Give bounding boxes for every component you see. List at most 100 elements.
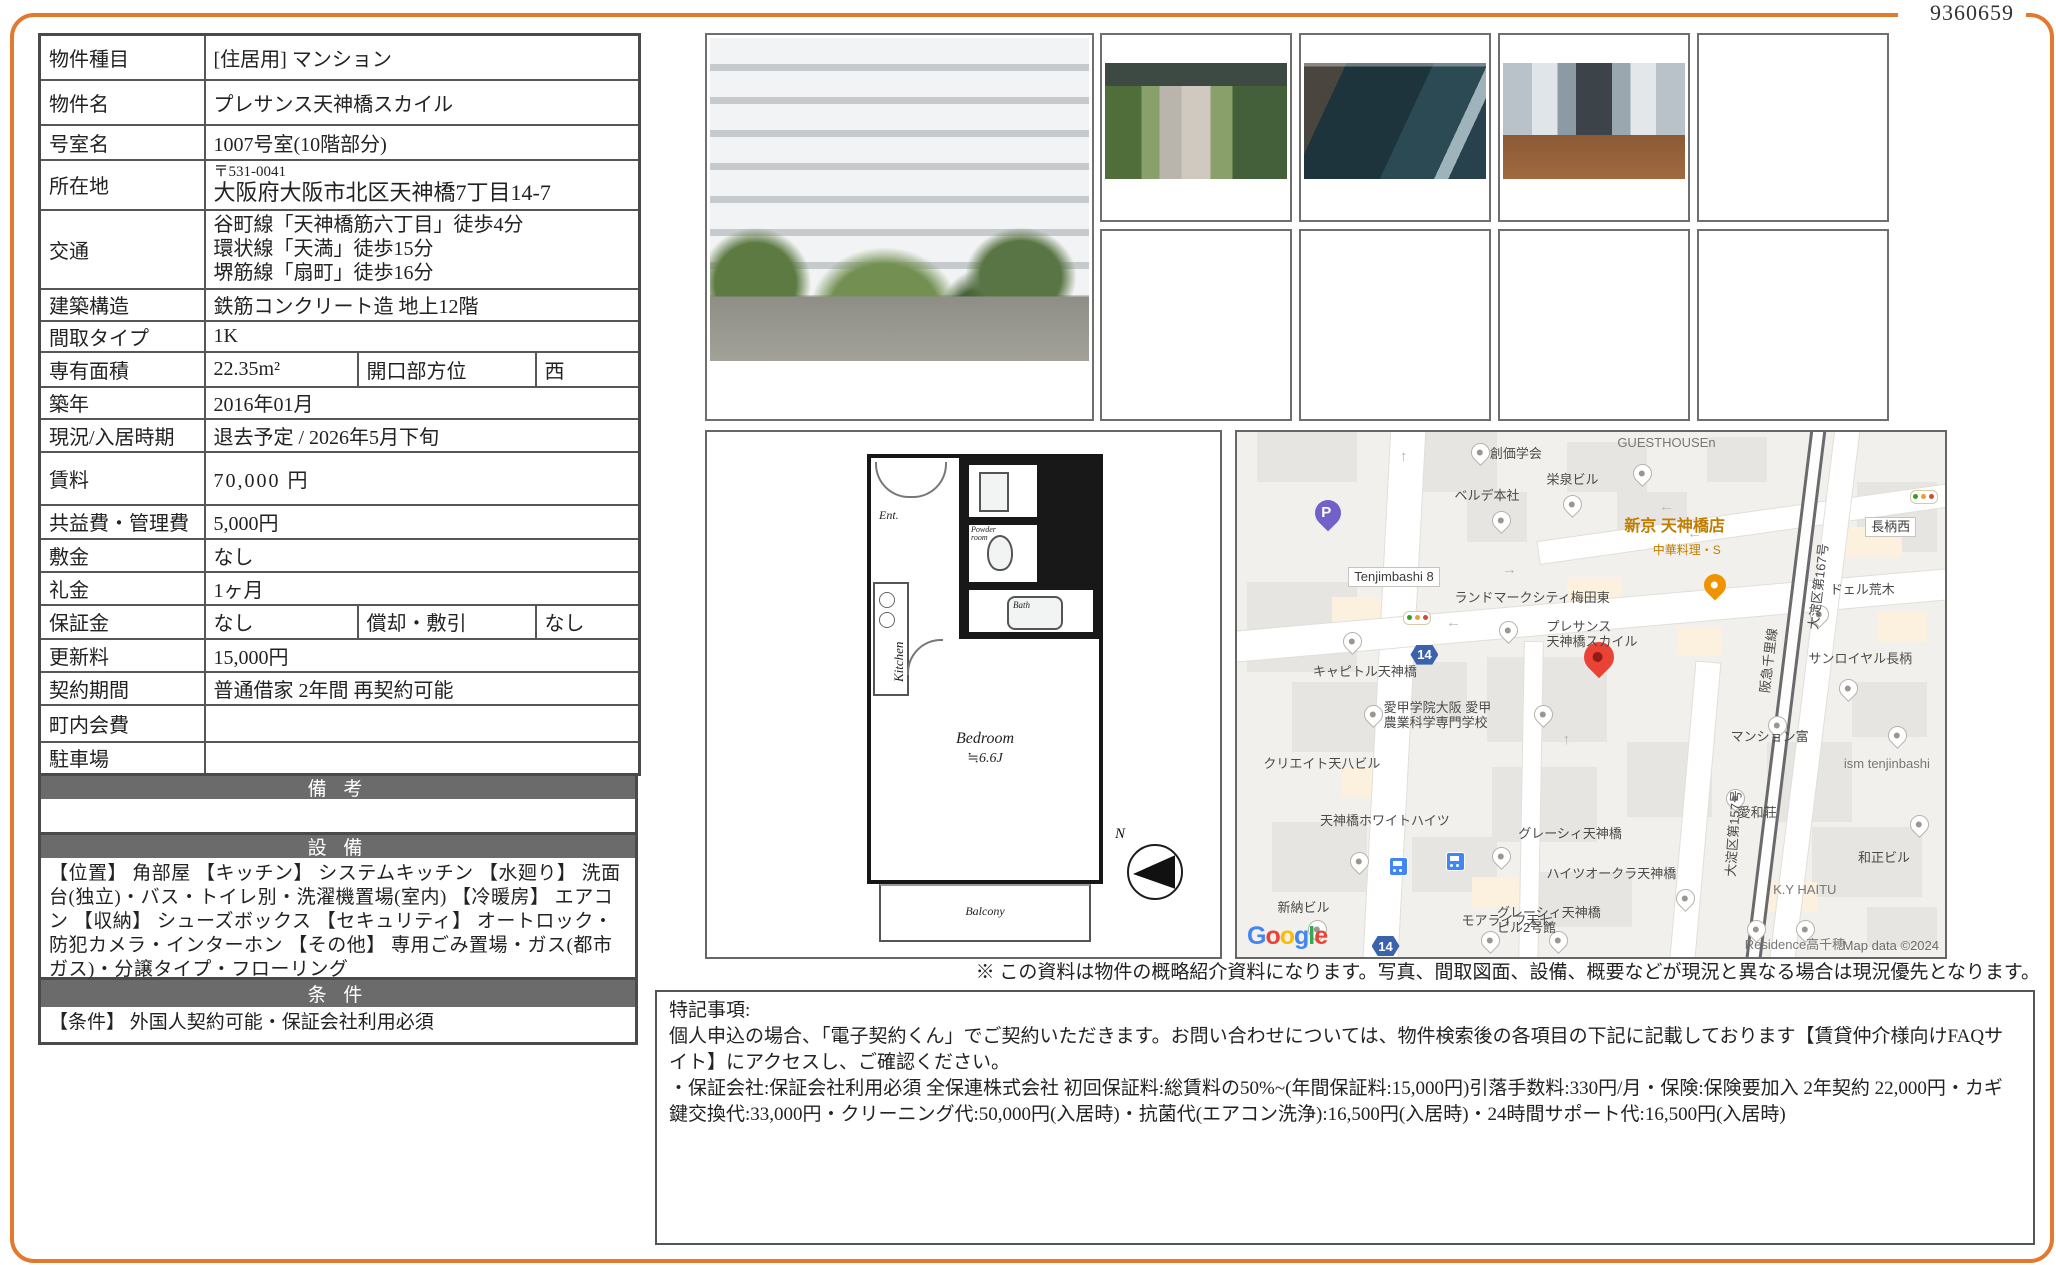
traffic-dot [1929, 494, 1934, 499]
kitchen-label: Kitchen [891, 642, 907, 682]
spec-label: 物件名 [40, 80, 205, 125]
north-compass-icon: N [1127, 844, 1183, 900]
spec-label: 賃料 [40, 452, 205, 505]
spec-value: 〒531-0041大阪府大阪市北区天神橋7丁目14-7 [205, 160, 640, 210]
google-logo-letter: G [1247, 922, 1265, 950]
property-flyer: 9360659 物件種目[住居用] マンション物件名プレサンス天神橋スカイル号室… [0, 0, 2056, 1265]
spec-label: 交通 [40, 210, 205, 289]
spec-row: 賃料70,000 円 [40, 452, 640, 505]
map-place-label: 栄泉ビル [1547, 472, 1599, 487]
traffic-dot [1921, 494, 1926, 499]
spec-row: 共益費・管理費5,000円 [40, 505, 640, 539]
map-place-label: サンロイヤル長柄 [1808, 651, 1912, 666]
traffic-dot [1415, 615, 1420, 620]
map-place-label: 新納ビル [1277, 900, 1329, 915]
place-pin-icon [1559, 491, 1586, 518]
remarks-header: 備 考 [38, 776, 638, 799]
bus-stop-icon [1446, 852, 1465, 871]
spec-label: 号室名 [40, 125, 205, 160]
spec-value: なし [536, 605, 640, 639]
spec-label: 町内会費 [40, 705, 205, 742]
map-place-label: ism tenjinbashi [1844, 756, 1930, 771]
spec-row: 更新料15,000円 [40, 639, 640, 672]
pin-dot [1354, 857, 1362, 865]
road-arrow-icon: ↑ [1501, 568, 1518, 576]
spec-label: 敷金 [40, 539, 205, 572]
spec-value: なし [205, 605, 358, 639]
map-building [1487, 657, 1607, 742]
map-place-label: マンション富 [1731, 729, 1809, 744]
stove-burner [879, 592, 895, 608]
equipment-body: 【位置】 角部屋 【キッチン】 システムキッチン 【水廻り】 洗面台(独立)・バ… [38, 858, 638, 980]
spec-label: 駐車場 [40, 742, 205, 775]
spec-value: 鉄筋コンクリート造 地上12階 [205, 289, 640, 321]
spec-row: 礼金1ヶ月 [40, 572, 640, 605]
bath-label: Bath [1013, 600, 1030, 610]
pin-dot [1800, 926, 1808, 934]
remarks-body [38, 799, 638, 835]
traffic-light-icon [1403, 611, 1431, 625]
google-logo: Google [1247, 922, 1327, 951]
spec-label: 物件種目 [40, 35, 205, 80]
map-place-label: 和正ビル [1858, 850, 1910, 865]
spec-row: 交通谷町線「天神橋筋六丁目」徒歩4分 環状線「天満」徒歩15分 堺筋線「扇町」徒… [40, 210, 640, 289]
photo-entrance [1100, 33, 1292, 222]
google-logo-letter: g [1294, 922, 1308, 950]
traffic-light-icon [1910, 490, 1938, 504]
spec-value: 普通借家 2年間 再契約可能 [205, 672, 640, 705]
spec-label: 建築構造 [40, 289, 205, 321]
spec-label: 保証金 [40, 605, 205, 639]
spec-value: なし [205, 539, 640, 572]
spec-value: 退去予定 / 2026年5月下旬 [205, 419, 640, 452]
photo-slot-empty [1697, 229, 1889, 421]
spec-row: 保証金なし償却・敷引なし [40, 605, 640, 639]
pin-dot [1637, 469, 1645, 477]
map-place-label: ランドマークシティ梅田東 [1454, 590, 1609, 605]
spec-row: 町内会費 [40, 705, 640, 742]
spec-row: 駐車場 [40, 742, 640, 775]
entrance-label: Ent. [879, 508, 899, 523]
photo-slot-empty [1299, 229, 1491, 421]
washer-icon [979, 472, 1009, 512]
spec-row: 所在地〒531-0041大阪府大阪市北区天神橋7丁目14-7 [40, 160, 640, 210]
pin-dot [1710, 580, 1720, 590]
spec-value: プレサンス天神橋スカイル [205, 80, 640, 125]
map-building-warm [1877, 612, 1927, 642]
map-place-label: キャピトル天神橋 [1313, 664, 1417, 679]
parking-pin-icon: P [1309, 495, 1346, 532]
compass-needle [1133, 852, 1175, 892]
pin-dot [1347, 637, 1355, 645]
road-arrow-icon: ↑ [1445, 621, 1462, 629]
traffic-dot [1407, 615, 1412, 620]
map-place-label: 新京 天神橋店 [1624, 519, 1724, 534]
pin-dot [1772, 721, 1780, 729]
photo-signboard [1299, 33, 1491, 222]
address-line: 大阪府大阪市北区天神橋7丁目14-7 [214, 180, 631, 206]
balcony-label: Balcony [879, 904, 1091, 919]
spec-label: 共益費・管理費 [40, 505, 205, 539]
map-place-label: 創価学会 [1490, 446, 1542, 461]
road-arrow-icon: ↑ [1563, 731, 1571, 748]
parking-letter: P [1321, 504, 1331, 521]
spec-table: 物件種目[住居用] マンション物件名プレサンス天神橋スカイル号室名1007号室(… [38, 33, 641, 776]
disclaimer-note: ※ この資料は物件の概略紹介資料になります。写真、間取図面、設備、概要などが現況… [700, 957, 2040, 984]
document-number: 9360659 [1930, 0, 2014, 26]
spec-label: 専有面積 [40, 352, 205, 387]
spec-value: 谷町線「天神橋筋六丁目」徒歩4分 環状線「天満」徒歩15分 堺筋線「扇町」徒歩1… [205, 210, 640, 289]
map-place-label: クリエイト天八ビル [1263, 756, 1380, 771]
map-place-label: 天神橋ホワイトハイツ [1320, 813, 1450, 828]
spec-value: 1007号室(10階部分) [205, 125, 640, 160]
special-note-line: ・保証会社:保証会社利用必須 全保連株式会社 初回保証料:総賃料の50%~(年間… [669, 1076, 2021, 1128]
pin-dot [1368, 710, 1376, 718]
spec-value [205, 742, 640, 775]
spec-row: 建築構造鉄筋コンクリート造 地上12階 [40, 289, 640, 321]
map-place-label: 長柄西 [1865, 517, 1916, 537]
map-building [1257, 432, 1357, 482]
map-building [1707, 437, 1767, 482]
floorplan: Bath Powder room Ent. Kitchen Bedroom ≒6… [705, 430, 1222, 959]
spec-row: 物件名プレサンス天神橋スカイル [40, 80, 640, 125]
pin-dot [1590, 650, 1604, 664]
road-arrow-icon: ↑ [1400, 448, 1408, 465]
map-place-label: 中華料理・S [1653, 543, 1721, 558]
map-building-warm [1677, 627, 1722, 655]
